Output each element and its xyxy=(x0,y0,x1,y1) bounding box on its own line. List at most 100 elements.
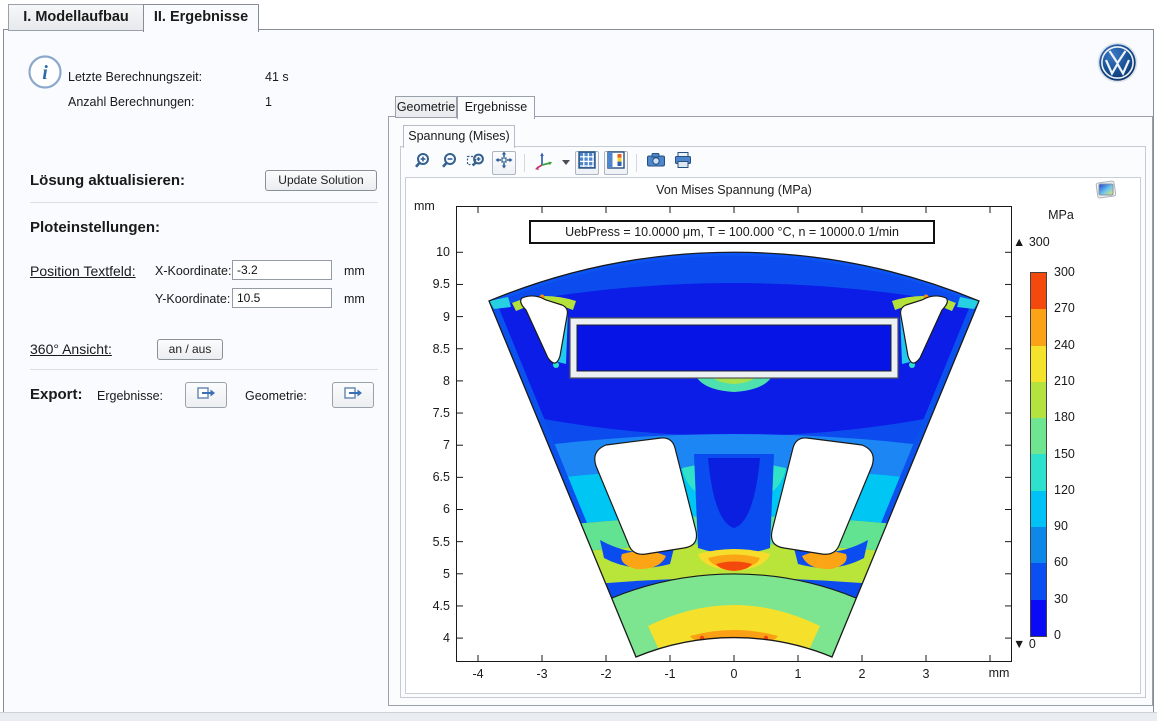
colorbar-tick-label: 150 xyxy=(1054,446,1094,462)
colorbar-unit: MPa xyxy=(1036,208,1086,222)
x-axis-tick-label: -2 xyxy=(590,666,622,682)
colorbar-tick-label: 240 xyxy=(1054,337,1094,353)
toolbar-separator xyxy=(524,154,525,172)
colorbar-segment xyxy=(1031,563,1046,599)
colorbar-segment xyxy=(1031,382,1046,418)
volkswagen-logo xyxy=(1096,41,1139,89)
x-axis-tick-label: 0 xyxy=(718,666,750,682)
export-results-label: Ergebnisse: xyxy=(97,389,163,403)
y-coordinate-input[interactable] xyxy=(232,288,332,308)
colorbar-tick-label: 0 xyxy=(1054,627,1094,643)
stress-contour-plot[interactable] xyxy=(456,206,1012,662)
colorbar-max-marker: ▲ 300 xyxy=(1013,235,1050,249)
y-axis-tick-label: 6.5 xyxy=(406,469,450,485)
x-axis-tick-label: -4 xyxy=(462,666,494,682)
show-grid-button[interactable] xyxy=(575,151,599,175)
colorbar-tick-label: 60 xyxy=(1054,554,1094,570)
x-axis-unit: mm xyxy=(979,666,1019,680)
grid-icon xyxy=(578,151,596,174)
stress-contour-regions xyxy=(456,206,1012,662)
view-360-toggle-button[interactable]: an / aus xyxy=(157,339,223,360)
zoom-box-button[interactable] xyxy=(465,152,487,174)
tab-ergebnisse-label: II. Ergebnisse xyxy=(154,9,248,25)
graphics-tab-ergebnisse[interactable]: Ergebnisse xyxy=(457,96,535,119)
colorbar-tick-label: 270 xyxy=(1054,300,1094,316)
export-geometry-label: Geometrie: xyxy=(245,389,307,403)
colorbar-segment xyxy=(1031,309,1046,345)
y-axis-tick-label: 5 xyxy=(406,566,450,582)
zoom-out-icon xyxy=(440,151,459,175)
zoom-out-button[interactable] xyxy=(438,152,460,174)
x-axis-tick-label: -3 xyxy=(526,666,558,682)
color-legend-icon xyxy=(607,151,625,174)
last-computation-time-value: 41 s xyxy=(265,70,289,84)
info-icon: i xyxy=(27,54,63,95)
plot-title: Von Mises Spannung (MPa) xyxy=(456,183,1012,197)
x-coordinate-input[interactable] xyxy=(232,260,332,280)
zoom-extents-button[interactable] xyxy=(492,151,516,175)
y-axis-tick-label: 4 xyxy=(406,630,450,646)
colorbar-segment xyxy=(1031,491,1046,527)
update-solution-label: Lösung aktualisieren: xyxy=(30,172,185,189)
colorbar-tick-label: 300 xyxy=(1054,264,1094,280)
colorbar-segment xyxy=(1031,600,1046,636)
triangle-up-icon: ▲ xyxy=(1013,235,1025,249)
zoom-in-icon xyxy=(413,151,432,175)
x-coordinate-unit: mm xyxy=(344,264,365,278)
colorbar-segment xyxy=(1031,346,1046,382)
toolbar-separator xyxy=(636,154,637,172)
y-axis-tick-label: 9 xyxy=(406,309,450,325)
zoom-box-icon xyxy=(466,151,486,175)
go-to-default-view-button[interactable] xyxy=(533,152,555,174)
colorbar-tick-label: 90 xyxy=(1054,518,1094,534)
show-color-legend-button[interactable] xyxy=(604,151,628,175)
colorbar-tick-label: 210 xyxy=(1054,373,1094,389)
magnet-region xyxy=(577,325,891,371)
x-coordinate-label: X-Koordinate: xyxy=(155,264,231,278)
zoom-in-button[interactable] xyxy=(411,152,433,174)
computation-count-label: Anzahl Berechnungen: xyxy=(68,95,194,109)
colorbar-tick-label: 180 xyxy=(1054,409,1094,425)
y-axis-tick-label: 6 xyxy=(406,501,450,517)
tab-modellaufbau[interactable]: I. Modellaufbau xyxy=(8,4,144,31)
x-axis-tick-label: 2 xyxy=(846,666,878,682)
graphics-tab-geometrie-label: Geometrie xyxy=(397,100,455,114)
y-axis-tick-label: 5.5 xyxy=(406,534,450,550)
update-solution-button[interactable]: Update Solution xyxy=(265,170,377,191)
last-computation-time-label: Letzte Berechnungszeit: xyxy=(68,70,202,84)
y-coordinate-label: Y-Koordinate: xyxy=(155,292,230,306)
y-axis-tick-label: 7.5 xyxy=(406,405,450,421)
tab-modellaufbau-label: I. Modellaufbau xyxy=(23,9,129,25)
y-axis-tick-label: 8 xyxy=(406,373,450,389)
x-axis-tick-label: 1 xyxy=(782,666,814,682)
zoom-extents-icon xyxy=(495,151,513,174)
colorbar-tick-label: 120 xyxy=(1054,482,1094,498)
divider xyxy=(30,369,378,370)
divider xyxy=(30,202,378,203)
tab-ergebnisse[interactable]: II. Ergebnisse xyxy=(143,4,259,32)
x-axis-tick-label: -1 xyxy=(654,666,686,682)
graphics-tab-ergebnisse-label: Ergebnisse xyxy=(465,100,528,114)
plot-tab-spannung-mises[interactable]: Spannung (Mises) xyxy=(403,125,515,148)
view-dropdown-caret[interactable] xyxy=(562,160,570,165)
graphics-tab-geometrie[interactable]: Geometrie xyxy=(395,96,457,118)
plot-thumbnail-icon[interactable] xyxy=(1094,180,1118,203)
triangle-down-icon: ▼ xyxy=(1013,637,1025,651)
y-axis-tick-label: 10 xyxy=(406,244,450,260)
export-results-button[interactable] xyxy=(185,382,227,408)
snapshot-button[interactable] xyxy=(645,152,667,174)
print-button[interactable] xyxy=(672,152,694,174)
svg-text:i: i xyxy=(42,62,48,84)
y-axis-unit: mm xyxy=(414,199,435,213)
colorbar-segment xyxy=(1031,527,1046,563)
plot-tab-label: Spannung (Mises) xyxy=(408,129,509,143)
y-axis-tick-label: 9.5 xyxy=(406,276,450,292)
computation-count-value: 1 xyxy=(265,95,272,109)
export-geometry-button[interactable] xyxy=(332,382,374,408)
graphics-toolbar xyxy=(407,149,694,176)
x-axis-tick-label: 3 xyxy=(910,666,942,682)
plot-settings-heading: Ploteinstellungen: xyxy=(30,219,160,236)
colorbar-segment xyxy=(1031,418,1046,454)
plot-canvas[interactable]: Von Mises Spannung (MPa) mm mm xyxy=(405,177,1141,694)
colorbar-min-marker: ▼ 0 xyxy=(1013,637,1036,651)
